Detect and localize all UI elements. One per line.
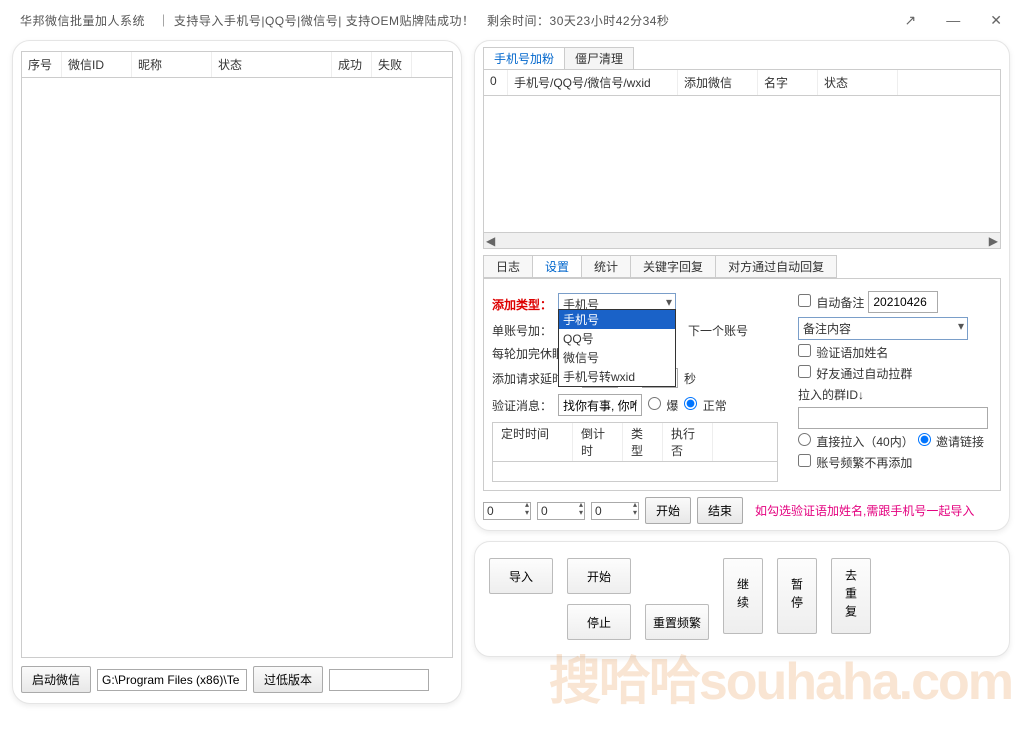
extra-input[interactable] bbox=[329, 669, 429, 691]
next-account-label: 下一个账号 bbox=[688, 322, 748, 339]
bar-end-button[interactable]: 结束 bbox=[697, 497, 743, 524]
pink-note: 如勾选验证语加姓名,需跟手机号一起导入 bbox=[755, 502, 974, 519]
tab-zombie[interactable]: 僵尸清理 bbox=[564, 47, 634, 69]
targets-table[interactable]: 0 手机号/QQ号/微信号/wxid 添加微信 名字 状态 ◀▶ bbox=[483, 69, 1001, 249]
col-state: 状态 bbox=[212, 52, 332, 77]
reset-freq-button[interactable]: 重置频繁 bbox=[645, 604, 709, 640]
col-idx: 0 bbox=[484, 70, 508, 95]
col-wxid: 微信ID bbox=[62, 52, 132, 77]
type-dropdown[interactable]: 手机号 QQ号 微信号 手机号转wxid bbox=[558, 309, 676, 387]
left-panel: 序号 微信ID 昵称 状态 成功 失败 启动微信 过低版本 bbox=[12, 40, 462, 704]
radio-normal[interactable]: 正常 bbox=[684, 397, 726, 414]
import-button[interactable]: 导入 bbox=[489, 558, 553, 594]
remark-content-select[interactable]: 备注内容 bbox=[798, 317, 968, 340]
col-number: 手机号/QQ号/微信号/wxid bbox=[508, 70, 678, 95]
direct-pull-radio[interactable]: 直接拉入（40内） bbox=[798, 433, 914, 450]
col-ok: 成功 bbox=[332, 52, 372, 77]
type-label: 添加类型： bbox=[492, 296, 552, 313]
col-nick: 昵称 bbox=[132, 52, 212, 77]
opt-phone2wxid[interactable]: 手机号转wxid bbox=[559, 367, 675, 386]
window-controls: ↗ — ✕ bbox=[905, 12, 1002, 29]
tab-phone-add[interactable]: 手机号加粉 bbox=[483, 47, 565, 69]
subtab-autoreply[interactable]: 对方通过自动回复 bbox=[715, 255, 837, 278]
opt-wxid[interactable]: 微信号 bbox=[559, 348, 675, 367]
horizontal-scrollbar[interactable]: ◀▶ bbox=[484, 232, 1000, 248]
verify-label: 验证消息： bbox=[492, 397, 552, 414]
invite-link-radio[interactable]: 邀请链接 bbox=[918, 433, 984, 450]
verify-input[interactable] bbox=[558, 394, 642, 416]
auto-remark-check[interactable]: 自动备注 bbox=[798, 294, 864, 311]
pause-button[interactable]: 暂停 bbox=[777, 558, 817, 634]
top-card: 手机号加粉 僵尸清理 0 手机号/QQ号/微信号/wxid 添加微信 名字 状态… bbox=[474, 40, 1010, 531]
old-version-button[interactable]: 过低版本 bbox=[253, 666, 323, 693]
col-name: 名字 bbox=[758, 70, 818, 95]
opt-phone[interactable]: 手机号 bbox=[559, 310, 675, 329]
rest-label: 每轮加完休眠 bbox=[492, 345, 564, 362]
sec-label: 秒 bbox=[684, 370, 696, 387]
spin-2[interactable]: 0 bbox=[537, 502, 585, 520]
spin-3[interactable]: 0 bbox=[591, 502, 639, 520]
col-state2: 状态 bbox=[818, 70, 898, 95]
auto-group-check[interactable]: 好友通过自动拉群 bbox=[798, 365, 912, 382]
timer-table[interactable]: 定时时间 倒计时 类型 执行否 bbox=[492, 422, 778, 482]
subtab-settings[interactable]: 设置 bbox=[532, 255, 582, 278]
group-id-label: 拉入的群ID↓ bbox=[798, 386, 864, 403]
subtab-log[interactable]: 日志 bbox=[483, 255, 533, 278]
radio-bao[interactable]: 爆 bbox=[648, 397, 678, 414]
col-seq: 序号 bbox=[22, 52, 62, 77]
titlebar: 华邦微信批量加人系统 ｜ 支持导入手机号|QQ号|微信号| 支持OEM贴牌陆成功… bbox=[0, 0, 1022, 40]
big-start-button[interactable]: 开始 bbox=[567, 558, 631, 594]
expand-icon[interactable]: ↗ bbox=[905, 12, 917, 29]
path-input[interactable] bbox=[97, 669, 247, 691]
subtab-keyword[interactable]: 关键字回复 bbox=[630, 255, 716, 278]
subtab-stats[interactable]: 统计 bbox=[581, 255, 631, 278]
col-fail: 失败 bbox=[372, 52, 412, 77]
freq-stop-check[interactable]: 账号频繁不再添加 bbox=[798, 454, 912, 471]
remark-date-input[interactable] bbox=[868, 291, 938, 313]
dedup-button[interactable]: 去重复 bbox=[831, 558, 871, 634]
verify-name-check[interactable]: 验证语加姓名 bbox=[798, 344, 888, 361]
window-title: 华邦微信批量加人系统 ｜ 支持导入手机号|QQ号|微信号| 支持OEM贴牌陆成功… bbox=[20, 12, 905, 29]
start-wechat-button[interactable]: 启动微信 bbox=[21, 666, 91, 693]
continue-button[interactable]: 继续 bbox=[723, 558, 763, 634]
accounts-table[interactable]: 序号 微信ID 昵称 状态 成功 失败 bbox=[21, 51, 453, 658]
opt-qq[interactable]: QQ号 bbox=[559, 329, 675, 348]
close-icon[interactable]: ✕ bbox=[990, 12, 1002, 29]
per-account-label: 单账号加： bbox=[492, 322, 552, 339]
group-id-input[interactable] bbox=[798, 407, 988, 429]
col-add: 添加微信 bbox=[678, 70, 758, 95]
minimize-icon[interactable]: — bbox=[946, 12, 960, 28]
bottom-card: 导入 开始 停止 重置频繁 继续 暂停 去重复 bbox=[474, 541, 1010, 657]
spin-1[interactable]: 0 bbox=[483, 502, 531, 520]
big-stop-button[interactable]: 停止 bbox=[567, 604, 631, 640]
bar-start-button[interactable]: 开始 bbox=[645, 497, 691, 524]
